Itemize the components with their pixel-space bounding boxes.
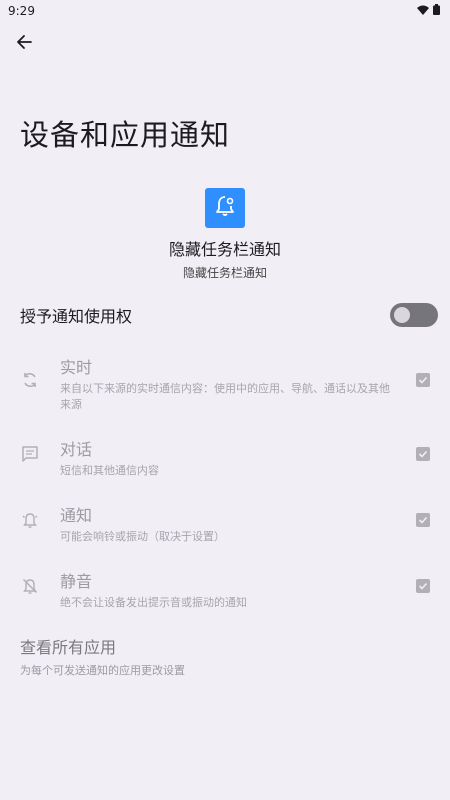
grant-access-toggle[interactable] (390, 303, 438, 327)
bell-settings-icon (213, 194, 237, 222)
app-subtitle: 隐藏任务栏通知 (182, 266, 267, 280)
page-title: 设备和应用通知 (20, 118, 231, 152)
back-button[interactable] (10, 30, 38, 58)
sync-icon (20, 370, 40, 390)
type-text: 静音 绝不会让设备发出提示音或振动的通知 (60, 568, 400, 611)
muted-bell-icon (20, 576, 40, 596)
type-description: 来自以下来源的实时通信内容：使用中的应用、导航、通话以及其他来源 (60, 382, 390, 411)
type-title: 静音 (60, 572, 93, 591)
status-icons (417, 4, 440, 18)
type-title: 实时 (60, 358, 93, 377)
message-icon (20, 444, 40, 464)
type-description: 绝不会让设备发出提示音或振动的通知 (60, 596, 247, 609)
toggle-thumb (394, 307, 410, 323)
type-checkbox[interactable] (416, 447, 430, 461)
view-all-apps[interactable]: 查看所有应用 为每个可发送通知的应用更改设置 (20, 634, 185, 678)
type-text: 对话 短信和其他通信内容 (60, 436, 400, 479)
view-all-title: 查看所有应用 (20, 638, 117, 657)
view-all-description: 为每个可发送通知的应用更改设置 (20, 664, 185, 677)
type-checkbox[interactable] (416, 579, 430, 593)
ringing-bell-icon (20, 510, 40, 530)
status-bar: 9:29 (0, 0, 450, 22)
grant-access-row[interactable]: 授予通知使用权 (20, 300, 438, 330)
app-name: 隐藏任务栏通知 (168, 240, 281, 259)
type-title: 对话 (60, 440, 93, 459)
arrow-left-icon (16, 34, 32, 54)
grant-access-label: 授予通知使用权 (20, 307, 133, 326)
wifi-icon (417, 4, 429, 18)
type-text: 通知 可能会响铃或振动（取决于设置） (60, 502, 400, 545)
status-time: 9:29 (8, 4, 35, 18)
app-header: 隐藏任务栏通知 隐藏任务栏通知 (0, 188, 450, 281)
app-icon (205, 188, 245, 228)
type-checkbox[interactable] (416, 373, 430, 387)
battery-icon (433, 4, 440, 18)
type-checkbox[interactable] (416, 513, 430, 527)
type-title: 通知 (60, 506, 93, 525)
type-text: 实时 来自以下来源的实时通信内容：使用中的应用、导航、通话以及其他来源 (60, 354, 400, 413)
type-description: 短信和其他通信内容 (60, 464, 159, 477)
type-description: 可能会响铃或振动（取决于设置） (60, 530, 225, 543)
